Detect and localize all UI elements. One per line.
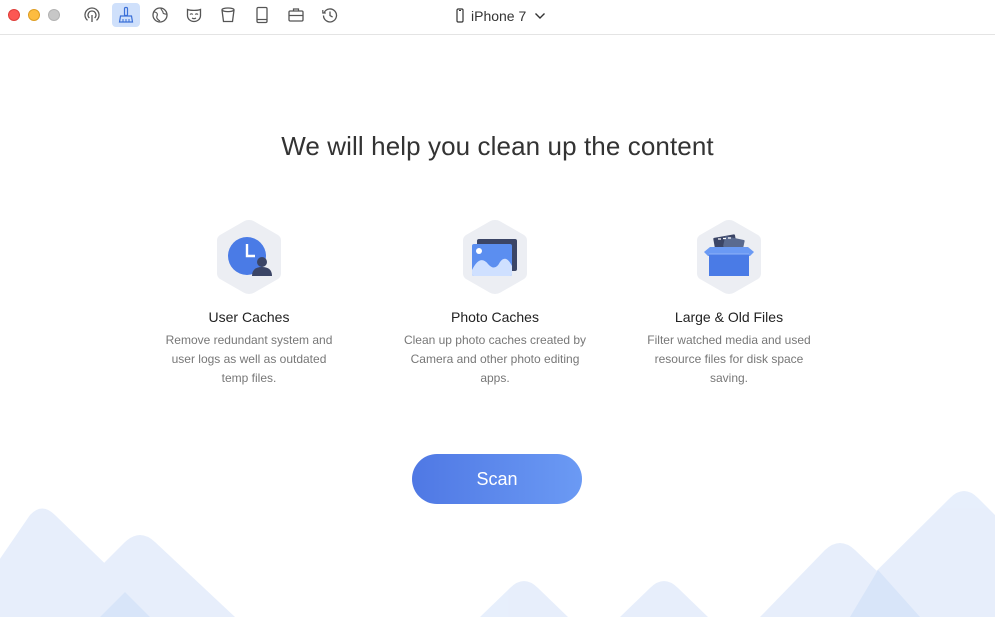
photo-caches-icon bbox=[463, 220, 527, 294]
toolbox-tool-button[interactable] bbox=[282, 3, 310, 27]
book-icon bbox=[256, 6, 268, 24]
feature-large-old-files: Large & Old Files Filter watched media a… bbox=[629, 218, 829, 388]
page-headline: We will help you clean up the content bbox=[281, 131, 714, 161]
airbackup-tool-button[interactable] bbox=[78, 3, 106, 27]
privacy-mask-icon bbox=[186, 8, 202, 23]
feature-description: Filter watched media and used resource f… bbox=[647, 333, 811, 385]
feature-description: Clean up photo caches created by Camera … bbox=[403, 333, 587, 385]
feature-user-caches: User Caches Remove redundant system and … bbox=[149, 218, 349, 388]
feature-title: Large & Old Files bbox=[674, 309, 784, 325]
user-caches-icon bbox=[217, 220, 281, 294]
cleaner-tool-button[interactable] bbox=[112, 3, 140, 27]
history-icon bbox=[322, 8, 338, 23]
photo-caches-badge bbox=[460, 218, 530, 296]
cleaner-icon bbox=[118, 6, 134, 23]
scan-button[interactable]: Scan bbox=[412, 454, 582, 504]
toolbox-icon bbox=[288, 8, 304, 22]
history-tool-button[interactable] bbox=[316, 3, 344, 27]
trash-bin-icon bbox=[221, 7, 235, 23]
large-old-files-badge bbox=[694, 218, 764, 296]
book-tool-button[interactable] bbox=[248, 3, 276, 27]
iphone-icon bbox=[456, 8, 464, 23]
globe-icon bbox=[152, 7, 168, 23]
feature-title: Photo Caches bbox=[451, 309, 539, 325]
maximize-window-button[interactable] bbox=[48, 9, 60, 21]
airbackup-icon bbox=[84, 7, 100, 22]
trash-tool-button[interactable] bbox=[214, 3, 242, 27]
device-name: iPhone 7 bbox=[471, 8, 527, 24]
close-window-button[interactable] bbox=[8, 9, 20, 21]
feature-photo-caches: Photo Caches Clean up photo caches creat… bbox=[395, 218, 595, 388]
user-caches-badge bbox=[214, 218, 284, 296]
title-bar: iPhone 7 bbox=[0, 0, 995, 35]
privacy-tool-button[interactable] bbox=[180, 3, 208, 27]
chevron-down-icon bbox=[535, 13, 546, 19]
minimize-window-button[interactable] bbox=[28, 9, 40, 21]
globe-tool-button[interactable] bbox=[146, 3, 174, 27]
large-old-files-icon bbox=[697, 220, 761, 294]
device-selector[interactable]: iPhone 7 bbox=[455, 7, 546, 25]
feature-title: User Caches bbox=[208, 309, 290, 325]
feature-description: Remove redundant system and user logs as… bbox=[165, 333, 333, 385]
